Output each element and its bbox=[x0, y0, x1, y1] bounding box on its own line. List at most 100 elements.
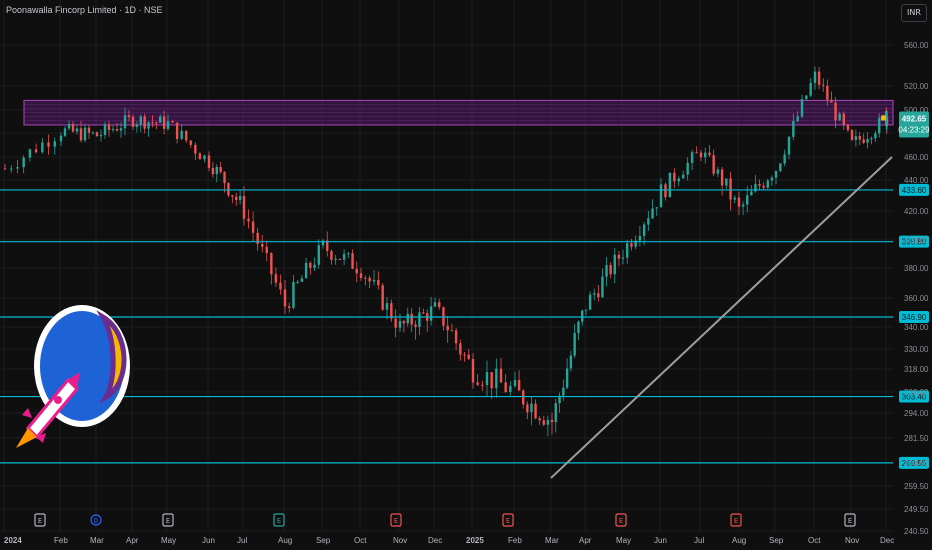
candle-body bbox=[538, 418, 541, 421]
candle-body bbox=[131, 117, 135, 127]
time-axis-tick: Mar bbox=[545, 536, 559, 545]
time-axis-tick: Aug bbox=[732, 536, 746, 545]
time-axis-tick: Apr bbox=[579, 536, 592, 545]
candle-body bbox=[686, 162, 689, 175]
candle-body bbox=[850, 130, 854, 140]
time-axis-tick: Mar bbox=[90, 536, 104, 545]
price-axis-tick: 259.50 bbox=[904, 482, 929, 491]
event-marker-letter: E bbox=[848, 517, 852, 525]
candle-body bbox=[238, 195, 242, 200]
candle-body bbox=[180, 130, 183, 139]
candle-body bbox=[495, 368, 498, 389]
candle-body bbox=[59, 135, 63, 142]
candle-body bbox=[862, 139, 865, 143]
candle-body bbox=[530, 403, 533, 413]
price-axis-tick: 269.50 bbox=[904, 459, 929, 468]
candle-body bbox=[251, 221, 255, 233]
candle-body bbox=[659, 184, 663, 208]
currency-button[interactable]: INR bbox=[901, 4, 927, 22]
candle-body bbox=[414, 324, 417, 327]
candle-body bbox=[143, 116, 146, 129]
candle-body bbox=[274, 274, 278, 283]
candle-body bbox=[805, 95, 808, 100]
candle-body bbox=[720, 169, 724, 186]
candle-body bbox=[750, 191, 753, 196]
candle-body bbox=[725, 178, 728, 186]
candle-body bbox=[581, 310, 584, 322]
candle-body bbox=[231, 195, 234, 197]
event-marker-letter: E bbox=[619, 517, 623, 525]
candle-body bbox=[577, 321, 580, 334]
candle-body bbox=[522, 390, 525, 405]
candle-body bbox=[874, 133, 877, 139]
candle-body bbox=[762, 185, 765, 188]
candle-body bbox=[677, 178, 680, 182]
candle-body bbox=[467, 354, 470, 359]
candle-body bbox=[372, 279, 376, 282]
candle-body bbox=[546, 419, 550, 425]
resistance-zone[interactable] bbox=[23, 99, 894, 126]
candle-body bbox=[75, 128, 79, 132]
bar-countdown-label: 04:23:29 bbox=[898, 125, 930, 134]
price-axis-tick: 249.50 bbox=[904, 505, 929, 514]
candle-body bbox=[774, 171, 778, 178]
candle-body bbox=[605, 265, 608, 277]
candle-body bbox=[304, 262, 308, 279]
time-axis-tick: Jun bbox=[654, 536, 667, 545]
time-axis-tick: Feb bbox=[54, 536, 68, 545]
candle-body bbox=[626, 243, 629, 258]
candle-body bbox=[668, 172, 672, 198]
candle-body bbox=[699, 152, 703, 158]
horizontal-levels[interactable]: 433.60398.80346.90303.40269.55 bbox=[0, 183, 929, 469]
time-axis-tick: Oct bbox=[354, 536, 367, 545]
price-chart[interactable]: 433.60398.80346.90303.40269.55 560.00 520… bbox=[0, 0, 932, 550]
event-marker-letter: D bbox=[94, 517, 98, 525]
time-axis-tick: Jul bbox=[237, 536, 247, 545]
candle-body bbox=[630, 243, 633, 247]
level-price-label: 346.90 bbox=[902, 313, 927, 322]
candle-body bbox=[99, 135, 103, 137]
event-marker-letter: E bbox=[38, 517, 42, 525]
candle-body bbox=[135, 124, 139, 127]
time-axis[interactable]: 2024 Feb Mar Apr May Jun Jul Aug Sep Oct Nov Dec 202… bbox=[4, 536, 894, 545]
candle-body bbox=[364, 277, 367, 279]
candle-body bbox=[288, 306, 291, 308]
candle-body bbox=[787, 136, 791, 155]
candle-body bbox=[664, 184, 667, 198]
candle-body bbox=[584, 309, 588, 311]
price-axis-tick: 340.00 bbox=[904, 323, 929, 332]
candle-body bbox=[34, 149, 38, 153]
candle-body bbox=[429, 306, 433, 321]
candle-body bbox=[261, 243, 264, 247]
candle-body bbox=[562, 387, 565, 396]
candle-body bbox=[854, 136, 858, 140]
symbol-title[interactable]: Poonawalla Fincorp Limited · 1D · NSE bbox=[6, 5, 163, 15]
candle-body bbox=[770, 177, 774, 181]
candle-body bbox=[103, 124, 107, 136]
candle-body bbox=[766, 180, 769, 188]
candle-body bbox=[300, 278, 304, 282]
time-axis-tick: May bbox=[616, 536, 631, 545]
candle-body bbox=[162, 116, 166, 129]
candle-body bbox=[215, 166, 218, 175]
event-marker-letter: E bbox=[506, 517, 510, 525]
candle-body bbox=[127, 115, 131, 118]
candle-body bbox=[198, 153, 202, 160]
candle-body bbox=[446, 325, 449, 331]
candle-body bbox=[716, 169, 720, 174]
candle-body bbox=[800, 99, 804, 117]
candle-body bbox=[155, 122, 158, 124]
candle-body bbox=[526, 404, 529, 413]
candle-body bbox=[758, 184, 761, 186]
candle-body bbox=[499, 368, 503, 383]
candle-body bbox=[609, 265, 612, 275]
time-axis-tick: Apr bbox=[126, 536, 139, 545]
candle-body bbox=[351, 253, 354, 269]
time-axis-tick: Oct bbox=[808, 536, 821, 545]
candle-body bbox=[651, 208, 654, 219]
candle-body bbox=[704, 152, 707, 158]
event-markers[interactable]: EDEEEEEEE bbox=[34, 513, 856, 527]
candle-body bbox=[655, 207, 658, 209]
candle-body bbox=[550, 419, 554, 423]
candle-body bbox=[71, 123, 75, 132]
